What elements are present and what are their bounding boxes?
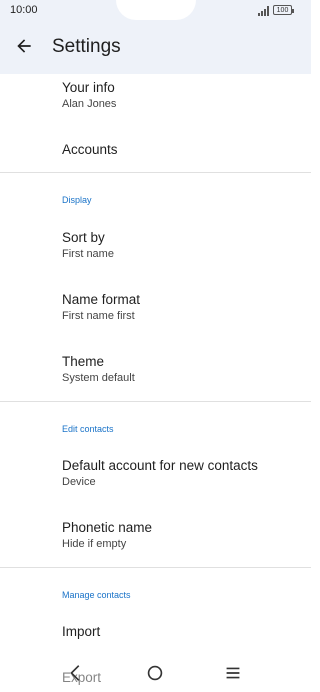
signal-icon xyxy=(258,6,270,16)
divider xyxy=(0,567,311,568)
status-time: 10:00 xyxy=(10,4,38,16)
setting-title: Your info xyxy=(62,80,115,95)
setting-sort-by[interactable]: Sort by First name xyxy=(62,230,114,260)
setting-theme[interactable]: Theme System default xyxy=(62,354,135,384)
setting-your-info[interactable]: Your info Alan Jones xyxy=(62,80,116,110)
camera-notch xyxy=(116,0,196,20)
setting-accounts[interactable]: Accounts xyxy=(62,142,118,157)
setting-phonetic-name[interactable]: Phonetic name Hide if empty xyxy=(62,520,152,550)
setting-name-format[interactable]: Name format First name first xyxy=(62,292,140,322)
divider xyxy=(0,401,311,402)
status-bar: 10:00 100 xyxy=(0,0,311,22)
page-title: Settings xyxy=(52,36,121,57)
setting-default-account[interactable]: Default account for new contacts Device xyxy=(62,458,258,488)
section-header-manage-contacts: Manage contacts xyxy=(62,590,131,600)
section-header-edit-contacts: Edit contacts xyxy=(62,424,114,434)
setting-subtitle: First name first xyxy=(62,310,135,322)
setting-subtitle: System default xyxy=(62,372,135,384)
setting-subtitle: Alan Jones xyxy=(62,98,117,110)
circle-icon[interactable] xyxy=(144,662,166,684)
setting-title: Theme xyxy=(62,354,105,369)
battery-icon: 100 xyxy=(273,5,294,15)
menu-icon[interactable] xyxy=(222,662,244,684)
chevron-left-icon[interactable] xyxy=(65,662,87,684)
setting-subtitle: First name xyxy=(62,248,114,260)
setting-title: Default account for new contacts xyxy=(62,458,258,473)
setting-title: Sort by xyxy=(62,230,105,245)
setting-subtitle: Hide if empty xyxy=(62,538,127,550)
divider xyxy=(0,172,311,173)
battery-level: 100 xyxy=(276,7,289,14)
setting-title: Accounts xyxy=(62,142,118,157)
setting-import[interactable]: Import xyxy=(62,624,100,639)
back-arrow-icon[interactable] xyxy=(14,36,34,56)
system-nav-bar xyxy=(0,656,311,692)
setting-subtitle: Device xyxy=(62,476,96,488)
app-bar: Settings xyxy=(0,22,311,74)
setting-title: Import xyxy=(62,624,101,639)
setting-title: Name format xyxy=(62,292,141,307)
setting-title: Phonetic name xyxy=(62,520,153,535)
section-header-display: Display xyxy=(62,195,92,205)
